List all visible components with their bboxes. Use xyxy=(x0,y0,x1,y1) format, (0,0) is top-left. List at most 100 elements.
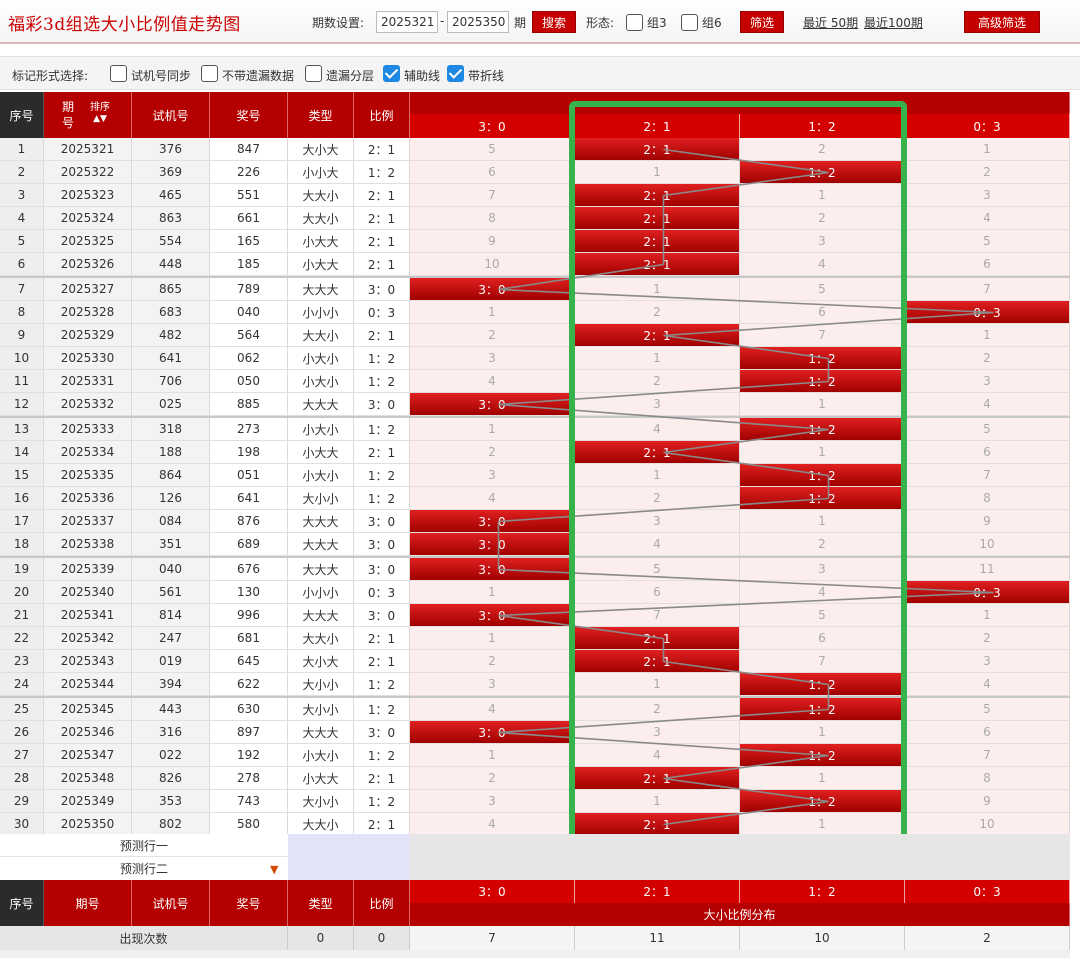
row-period: 2025338 xyxy=(44,533,132,556)
aux-line-checkbox[interactable] xyxy=(383,65,400,82)
row-type: 大大小 xyxy=(288,813,354,836)
row-test-number: 025 xyxy=(132,393,210,416)
row-test-number: 247 xyxy=(132,627,210,650)
miss-count-cell: 1 xyxy=(905,324,1070,347)
filter-button[interactable]: 筛选 xyxy=(740,11,784,33)
row-index: 15 xyxy=(0,464,44,487)
miss-count-cell: 2 xyxy=(905,161,1070,184)
no-miss-data-checkbox[interactable] xyxy=(201,65,218,82)
row-test-number: 641 xyxy=(132,347,210,370)
miss-count-cell: 1 xyxy=(740,184,905,207)
row-type: 小大大 xyxy=(288,441,354,464)
table-row: 21 2025341 814 996 大大大 3：0 3：0 7 5 1 xyxy=(0,604,1070,627)
ratio-hit-cell: 3：0 xyxy=(410,604,575,627)
predict-row-2[interactable]: 预测行二 xyxy=(0,857,288,880)
period-from-input[interactable] xyxy=(376,11,438,33)
miss-count-cell: 1 xyxy=(575,347,740,370)
row-prize-number: 876 xyxy=(210,510,288,533)
row-index: 6 xyxy=(0,253,44,276)
ratio-hit-cell: 2：1 xyxy=(575,207,740,230)
row-index: 3 xyxy=(0,184,44,207)
row-prize-number: 564 xyxy=(210,324,288,347)
form-label: 形态: xyxy=(586,16,615,30)
miss-layer-checkbox[interactable] xyxy=(305,65,322,82)
miss-count-cell: 2 xyxy=(905,347,1070,370)
miss-count-cell: 1 xyxy=(905,604,1070,627)
period-to-input[interactable] xyxy=(447,11,509,33)
miss-count-cell: 9 xyxy=(410,230,575,253)
col-header-period: 期 号 xyxy=(44,92,132,138)
polyline-checkbox[interactable] xyxy=(447,65,464,82)
row-prize-number: 051 xyxy=(210,464,288,487)
footer-header-period-label: 期 xyxy=(75,896,88,911)
col-header-period-top: 期 xyxy=(62,100,75,114)
sort-button[interactable]: 排序 ▲▼ xyxy=(90,102,110,125)
table-row: 15 2025335 864 051 小大小 1：2 3 1 1：2 7 xyxy=(0,464,1070,487)
recent-100-link[interactable]: 最近100期 xyxy=(864,14,923,31)
miss-count-cell: 4 xyxy=(410,698,575,721)
ratio-hit-cell: 0：3 xyxy=(905,581,1070,604)
row-prize-number: 050 xyxy=(210,370,288,393)
row-prize-number: 278 xyxy=(210,767,288,790)
miss-count-cell: 3 xyxy=(905,184,1070,207)
row-ratio: 2：1 xyxy=(354,324,410,347)
row-test-number: 863 xyxy=(132,207,210,230)
miss-count-cell: 10 xyxy=(905,813,1070,836)
row-prize-number: 885 xyxy=(210,393,288,416)
miss-count-cell: 7 xyxy=(905,464,1070,487)
miss-count-cell: 1 xyxy=(575,790,740,813)
miss-count-cell: 10 xyxy=(905,533,1070,556)
miss-count-cell: 2 xyxy=(740,207,905,230)
miss-count-cell: 2 xyxy=(740,138,905,161)
row-prize-number: 681 xyxy=(210,627,288,650)
table-row: 7 2025327 865 789 大大大 3：0 3：0 1 5 7 xyxy=(0,278,1070,301)
recent-50-link[interactable]: 最近 50期 xyxy=(803,14,858,31)
miss-count-cell: 4 xyxy=(905,393,1070,416)
row-type: 小大大 xyxy=(288,230,354,253)
advanced-filter-button[interactable]: 高级筛选 xyxy=(964,11,1040,33)
row-ratio: 2：1 xyxy=(354,627,410,650)
row-prize-number: 847 xyxy=(210,138,288,161)
row-ratio: 3：0 xyxy=(354,604,410,627)
miss-count-cell: 3 xyxy=(575,393,740,416)
group6-checkbox[interactable] xyxy=(681,14,698,31)
miss-count-cell: 6 xyxy=(740,301,905,324)
row-test-number: 554 xyxy=(132,230,210,253)
table-row: 5 2025325 554 165 小大大 2：1 9 2：1 3 5 xyxy=(0,230,1070,253)
miss-count-cell: 11 xyxy=(905,558,1070,581)
sync-test-checkbox[interactable] xyxy=(110,65,127,82)
footer-header-ratio-0: 3：0 xyxy=(410,880,575,903)
ratio-hit-cell: 1：2 xyxy=(740,464,905,487)
predict-row-1[interactable]: 预测行一 xyxy=(0,834,288,857)
search-button[interactable]: 搜索 xyxy=(532,11,576,33)
row-ratio: 2：1 xyxy=(354,650,410,673)
miss-count-cell: 3 xyxy=(905,650,1070,673)
row-type: 大大大 xyxy=(288,510,354,533)
row-type: 大大大 xyxy=(288,393,354,416)
row-index: 8 xyxy=(0,301,44,324)
table-row: 23 2025343 019 645 大小大 2：1 2 2：1 7 3 xyxy=(0,650,1070,673)
row-type: 大大大 xyxy=(288,278,354,301)
stats-count-1: 11 xyxy=(575,926,740,950)
row-prize-number: 661 xyxy=(210,207,288,230)
footer-header-ratio-1: 2：1 xyxy=(575,880,740,903)
row-period: 2025337 xyxy=(44,510,132,533)
ratio-hit-cell: 1：2 xyxy=(740,487,905,510)
miss-count-cell: 8 xyxy=(905,487,1070,510)
row-period: 2025344 xyxy=(44,673,132,696)
miss-layer-label: 遗漏分层 xyxy=(326,69,375,83)
footer-header-distribution: 大小比例分布 xyxy=(410,903,1070,926)
row-period: 2025335 xyxy=(44,464,132,487)
arrow-down-icon: ▼ xyxy=(270,863,279,876)
row-ratio: 2：1 xyxy=(354,441,410,464)
row-period: 2025349 xyxy=(44,790,132,813)
miss-count-cell: 1 xyxy=(410,581,575,604)
stats-count-3: 2 xyxy=(905,926,1070,950)
table-row: 3 2025323 465 551 大大小 2：1 7 2：1 1 3 xyxy=(0,184,1070,207)
miss-count-cell: 7 xyxy=(575,604,740,627)
group3-checkbox[interactable] xyxy=(626,14,643,31)
miss-count-cell: 1 xyxy=(575,464,740,487)
table-row: 27 2025347 022 192 小大小 1：2 1 4 1：2 7 xyxy=(0,744,1070,767)
row-type: 大大小 xyxy=(288,324,354,347)
ratio-hit-cell: 0：3 xyxy=(905,301,1070,324)
